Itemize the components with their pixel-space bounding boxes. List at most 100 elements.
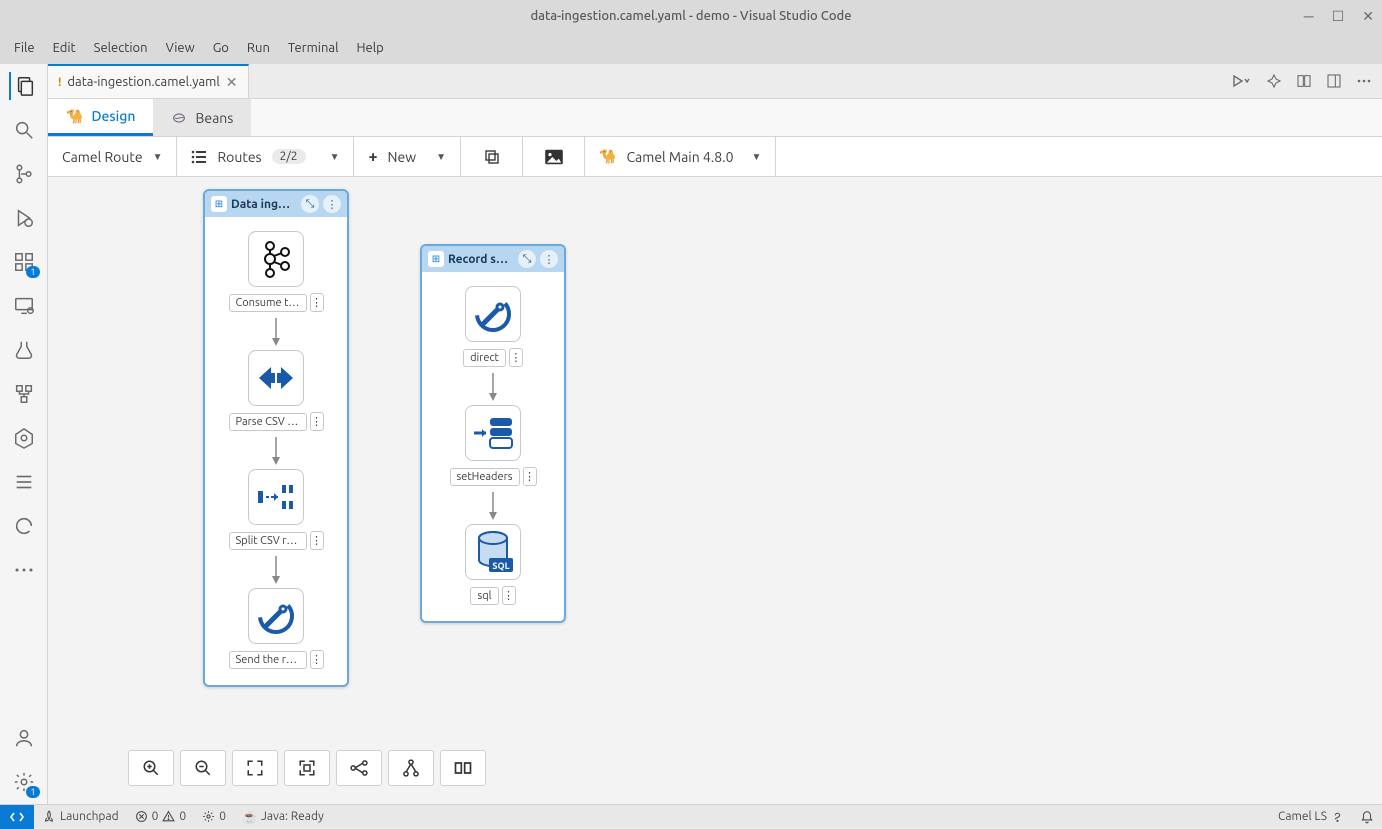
ports-status[interactable]: 0 xyxy=(194,810,234,823)
unmarshal-node-icon[interactable] xyxy=(248,350,304,406)
route-header-icon: ⊞ xyxy=(211,196,227,212)
reset-button[interactable] xyxy=(284,750,330,786)
launchpad-status[interactable]: Launchpad xyxy=(34,810,127,824)
kubernetes-icon[interactable] xyxy=(10,424,38,452)
run-dropdown-icon[interactable] xyxy=(1232,74,1252,88)
node-menu-icon[interactable]: ⋮ xyxy=(523,467,537,486)
route-box-record[interactable]: ⊞ Record s… ⤡ ⋮ direct ⋮ xyxy=(420,244,566,623)
node-label: setHeaders xyxy=(450,468,520,486)
node-menu-icon[interactable]: ⋮ xyxy=(310,650,324,669)
java-status[interactable]: ☕ Java: Ready xyxy=(234,810,332,824)
route-header-icon: ⊞ xyxy=(428,251,444,267)
new-dropdown[interactable]: + New ▼ xyxy=(354,137,461,176)
warnings-count: 0 xyxy=(179,810,186,823)
plus-icon: + xyxy=(368,148,377,166)
chevron-down-icon: ▼ xyxy=(153,151,163,163)
fit-button[interactable] xyxy=(232,750,278,786)
route-box-data-ingestion[interactable]: ⊞ Data ing… ⤡ ⋮ Consume tran… ⋮ xyxy=(203,189,349,687)
layout-vertical-button[interactable] xyxy=(388,750,434,786)
route-menu-icon[interactable]: ⋮ xyxy=(323,195,341,213)
explorer-icon[interactable] xyxy=(9,72,37,100)
tab-design[interactable]: 🐪 Design xyxy=(48,99,153,136)
setheaders-node-icon[interactable] xyxy=(465,405,521,461)
menu-edit[interactable]: Edit xyxy=(45,37,84,59)
sql-node-icon[interactable]: SQL xyxy=(465,524,521,580)
camel-logo-icon: 🐪 xyxy=(599,148,616,165)
node-label: direct xyxy=(463,349,506,367)
beans-tab-label: Beans xyxy=(195,110,233,126)
menu-go[interactable]: Go xyxy=(205,37,237,59)
direct-node-icon[interactable] xyxy=(248,588,304,644)
copy-button[interactable] xyxy=(461,137,523,176)
more-actions-icon[interactable] xyxy=(1356,78,1372,84)
camel-route-dropdown[interactable]: Camel Route ▼ xyxy=(48,137,177,176)
editor-toolbar: Camel Route ▼ Routes 2/2 ▼ + New ▼ 🐪 xyxy=(48,137,1382,177)
camel-main-dropdown[interactable]: 🐪 Camel Main 4.8.0 ▼ xyxy=(585,137,776,176)
yaml-file-icon: ! xyxy=(58,76,61,89)
remote-indicator[interactable] xyxy=(0,805,34,829)
menu-terminal[interactable]: Terminal xyxy=(280,37,347,59)
search-icon[interactable] xyxy=(10,116,38,144)
tab-beans[interactable]: Beans xyxy=(153,99,251,136)
window-maximize-icon[interactable]: ☐ xyxy=(1332,8,1345,25)
design-tabs: 🐪 Design Beans xyxy=(48,99,1382,137)
collapse-icon[interactable]: ⤡ xyxy=(301,195,319,213)
arrow-icon xyxy=(487,373,499,401)
camel-route-label: Camel Route xyxy=(62,149,143,165)
direct-node-icon[interactable] xyxy=(465,286,521,342)
arrow-icon xyxy=(487,492,499,520)
list-icon[interactable] xyxy=(10,468,38,496)
route-title: Record s… xyxy=(448,253,514,266)
menu-help[interactable]: Help xyxy=(348,37,391,59)
new-label: New xyxy=(388,149,417,165)
window-minimize-icon[interactable]: ─ xyxy=(1304,8,1314,25)
source-control-icon[interactable] xyxy=(10,160,38,188)
tabbar: ! data-ingestion.camel.yaml ✕ xyxy=(48,64,1382,99)
camel-ls-status[interactable]: Camel LS xyxy=(1270,810,1352,824)
account-icon[interactable] xyxy=(10,724,38,752)
more-icon[interactable] xyxy=(10,556,38,584)
node-label: sql xyxy=(470,587,498,605)
arrow-icon xyxy=(270,437,282,465)
menu-run[interactable]: Run xyxy=(239,37,278,59)
node-menu-icon[interactable]: ⋮ xyxy=(509,348,523,367)
sync-icon[interactable] xyxy=(10,512,38,540)
node-menu-icon[interactable]: ⋮ xyxy=(310,531,324,550)
launchpad-label: Launchpad xyxy=(60,810,119,823)
split-node-icon[interactable] xyxy=(248,469,304,525)
arrow-icon xyxy=(270,556,282,584)
menu-selection[interactable]: Selection xyxy=(86,37,156,59)
node-menu-icon[interactable]: ⋮ xyxy=(310,412,324,431)
zoom-out-button[interactable] xyxy=(180,750,226,786)
image-button[interactable] xyxy=(523,137,585,176)
canvas[interactable]: ⊞ Data ing… ⤡ ⋮ Consume tran… ⋮ xyxy=(48,177,1382,804)
tab-close-icon[interactable]: ✕ xyxy=(226,74,238,91)
catalog-button[interactable] xyxy=(440,750,486,786)
routes-count-badge: 2/2 xyxy=(272,149,306,164)
kafka-node-icon[interactable] xyxy=(248,231,304,287)
node-menu-icon[interactable]: ⋮ xyxy=(310,293,324,312)
settings-icon[interactable]: 1 xyxy=(10,768,38,796)
route-menu-icon[interactable]: ⋮ xyxy=(540,250,558,268)
tab-data-ingestion[interactable]: ! data-ingestion.camel.yaml ✕ xyxy=(48,64,249,98)
remote-explorer-icon[interactable] xyxy=(10,292,38,320)
zoom-in-button[interactable] xyxy=(128,750,174,786)
tab-label: data-ingestion.camel.yaml xyxy=(67,75,219,89)
notifications-status[interactable] xyxy=(1352,810,1382,824)
layout-icon[interactable] xyxy=(1326,73,1342,89)
compass-icon[interactable] xyxy=(1266,73,1282,89)
split-icon[interactable] xyxy=(1296,73,1312,89)
menu-view[interactable]: View xyxy=(158,37,203,59)
test-icon[interactable] xyxy=(10,336,38,364)
node-menu-icon[interactable]: ⋮ xyxy=(502,586,516,605)
run-debug-icon[interactable] xyxy=(10,204,38,232)
menu-file[interactable]: File xyxy=(6,37,43,59)
layout-horizontal-button[interactable] xyxy=(336,750,382,786)
window-close-icon[interactable]: ✕ xyxy=(1362,8,1374,25)
problems-status[interactable]: 0 0 xyxy=(127,810,195,823)
extensions-icon[interactable]: 1 xyxy=(10,248,38,276)
routes-dropdown[interactable]: Routes 2/2 ▼ xyxy=(177,137,354,176)
collapse-icon[interactable]: ⤡ xyxy=(518,250,536,268)
camel-ls-label: Camel LS xyxy=(1278,810,1327,823)
references-icon[interactable] xyxy=(10,380,38,408)
